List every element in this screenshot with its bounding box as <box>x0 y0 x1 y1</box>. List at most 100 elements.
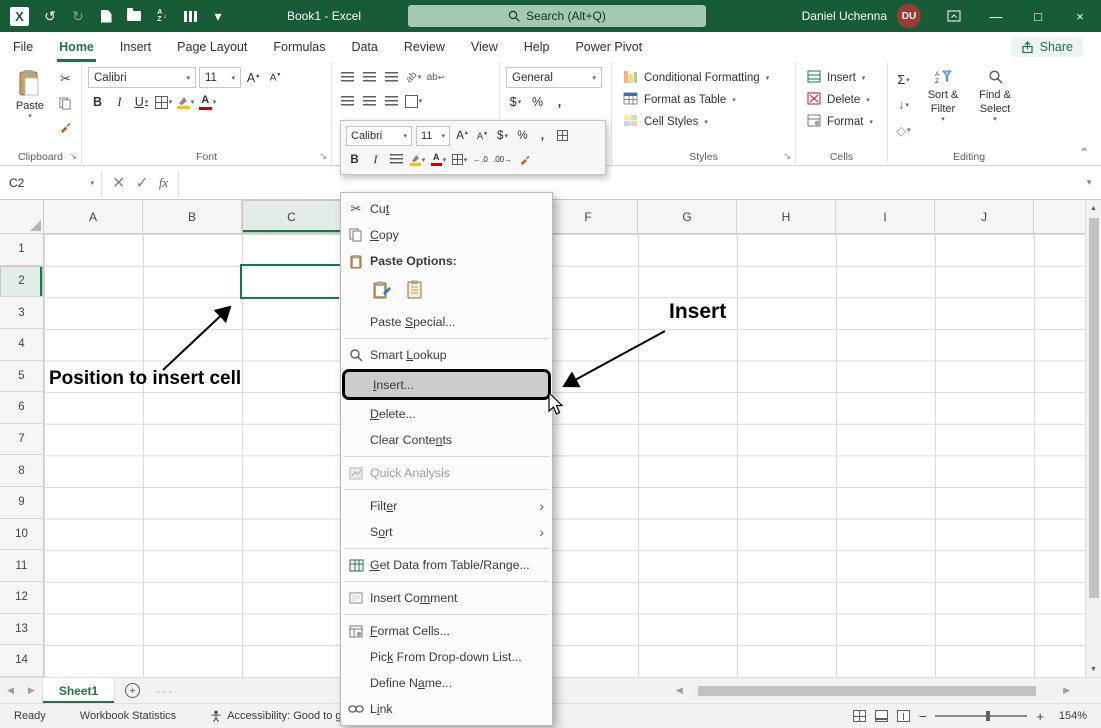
mini-font-name-select[interactable]: Calibri▾ <box>346 126 412 146</box>
align-center-icon[interactable] <box>360 91 379 111</box>
sort-filter-button[interactable]: AZSort & Filter ▾ <box>917 67 969 140</box>
name-box[interactable]: C2 ▾ <box>2 171 102 195</box>
percent-icon[interactable]: % <box>514 126 531 145</box>
currency-icon[interactable]: $▾ <box>494 126 511 145</box>
mini-font-size-select[interactable]: 11▾ <box>416 126 450 146</box>
row-header-14[interactable]: 14 <box>0 645 43 677</box>
tab-scroll-divider[interactable]: ··· <box>156 684 174 698</box>
row-header-5[interactable]: 5 <box>0 361 43 393</box>
share-button[interactable]: Share <box>1011 37 1083 57</box>
zoom-slider[interactable] <box>935 715 1027 717</box>
font-dialog-launcher[interactable]: ↘ <box>319 151 327 162</box>
cancel-icon[interactable]: ✕ <box>112 173 125 193</box>
undo-icon[interactable]: ↺ <box>43 8 57 24</box>
zoom-in-icon[interactable]: + <box>1036 709 1044 724</box>
format-painter-icon[interactable] <box>56 117 75 137</box>
orientation-icon[interactable]: ab▾ <box>404 67 423 87</box>
comma-style-icon[interactable]: , <box>550 92 569 112</box>
tab-view[interactable]: View <box>458 32 511 62</box>
number-format-select[interactable]: General▾ <box>506 67 602 88</box>
cell-styles-button[interactable]: Cell Styles▾ <box>618 111 790 133</box>
borders-icon[interactable]: ▾ <box>451 150 468 169</box>
horizontal-scrollbar[interactable]: ◀ ▶ <box>669 678 1077 703</box>
fill-color-icon[interactable]: ▾ <box>409 150 426 169</box>
tab-data[interactable]: Data <box>338 32 390 62</box>
new-file-icon[interactable] <box>99 8 113 24</box>
italic-icon[interactable]: I <box>367 150 384 169</box>
align-bottom-icon[interactable] <box>382 67 401 87</box>
paste-option-1-icon[interactable] <box>370 278 394 302</box>
redo-icon[interactable]: ↻ <box>71 8 85 24</box>
zoom-slider-thumb[interactable] <box>986 711 990 721</box>
insert-button[interactable]: Insert▾ <box>802 67 882 89</box>
menu-item-paste-special[interactable]: Paste Special... <box>342 309 551 335</box>
open-icon[interactable] <box>127 8 141 24</box>
zoom-level[interactable]: 154% <box>1053 710 1087 722</box>
italic-icon[interactable]: I <box>110 92 129 112</box>
format-as-table-button[interactable]: Format as Table▾ <box>618 89 790 111</box>
paste-button[interactable]: Paste ▾ <box>6 67 54 137</box>
horizontal-scrollbar-track[interactable] <box>690 685 1056 697</box>
scroll-left-icon[interactable]: ◀ <box>669 685 690 696</box>
row-header-2[interactable]: 2 <box>0 266 43 298</box>
menu-item-get-data-from-table-range[interactable]: Get Data from Table/Range... <box>342 552 551 578</box>
row-header-1[interactable]: 1 <box>0 234 43 266</box>
horizontal-scrollbar-thumb[interactable] <box>698 686 1036 696</box>
formula-input[interactable] <box>179 171 1077 195</box>
add-sheet-icon[interactable]: + <box>125 683 140 698</box>
borders-icon[interactable]: ▾ <box>154 92 173 112</box>
column-header-j[interactable]: J <box>935 200 1034 233</box>
row-header-9[interactable]: 9 <box>0 487 43 519</box>
accounting-format-icon[interactable]: $▾ <box>506 92 525 112</box>
tab-page-layout[interactable]: Page Layout <box>164 32 260 62</box>
vertical-scrollbar[interactable]: ▲ ▼ <box>1085 200 1101 677</box>
table-format-icon[interactable] <box>554 126 571 145</box>
paste-option-2-icon[interactable] <box>403 278 427 302</box>
format-button[interactable]: Format▾ <box>802 111 882 133</box>
menu-item-insert[interactable]: Insert... <box>342 369 551 400</box>
fill-color-icon[interactable]: ▾ <box>176 92 195 112</box>
font-color-icon[interactable]: A▾ <box>198 92 217 112</box>
row-header-7[interactable]: 7 <box>0 424 43 456</box>
row-header-6[interactable]: 6 <box>0 392 43 424</box>
bold-icon[interactable]: B <box>88 92 107 112</box>
accessibility-status[interactable]: Accessibility: Good to go <box>210 710 347 722</box>
tab-help[interactable]: Help <box>511 32 563 62</box>
decrease-decimal-icon[interactable]: ←.0 <box>472 150 489 169</box>
font-name-select[interactable]: Calibri▾ <box>88 67 196 88</box>
menu-item-insert-co-mment[interactable]: Insert Comment <box>342 585 551 611</box>
ribbon-display-options-icon[interactable] <box>933 0 975 32</box>
menu-item-cu-t[interactable]: ✂Cut <box>342 196 551 222</box>
wrap-text-icon[interactable]: ab↩ <box>426 67 445 87</box>
insert-function-icon[interactable]: fx <box>159 175 168 191</box>
tab-home[interactable]: Home <box>46 32 107 62</box>
grow-font-icon[interactable]: A▲ <box>244 68 263 88</box>
copy-icon[interactable] <box>56 93 75 113</box>
normal-view-icon[interactable] <box>853 710 866 722</box>
chart-icon[interactable] <box>183 8 197 24</box>
collapse-ribbon-icon[interactable]: ⌃ <box>1080 146 1089 159</box>
column-header-g[interactable]: G <box>638 200 737 233</box>
page-break-view-icon[interactable] <box>897 710 910 722</box>
comma-icon[interactable]: , <box>534 126 551 145</box>
user-name[interactable]: Daniel Uchenna <box>802 9 887 23</box>
prev-sheet-icon[interactable]: ◀ <box>0 685 21 696</box>
clear-icon[interactable]: ◇▾ <box>894 120 913 140</box>
column-header-c[interactable]: C <box>242 200 341 233</box>
styles-dialog-launcher[interactable]: ↘ <box>783 151 791 162</box>
menu-item-l-ink[interactable]: Link <box>342 696 551 722</box>
bold-icon[interactable]: B <box>346 150 363 169</box>
align-right-icon[interactable] <box>382 91 401 111</box>
workbook-statistics-button[interactable]: Workbook Statistics <box>80 710 176 722</box>
tab-review[interactable]: Review <box>391 32 458 62</box>
menu-item-smart-lookup[interactable]: Smart Lookup <box>342 342 551 368</box>
percent-style-icon[interactable]: % <box>528 92 547 112</box>
row-header-10[interactable]: 10 <box>0 519 43 551</box>
tab-file[interactable]: File <box>0 32 46 62</box>
row-header-12[interactable]: 12 <box>0 582 43 614</box>
row-header-8[interactable]: 8 <box>0 455 43 487</box>
selected-cell[interactable] <box>240 264 343 299</box>
column-header-h[interactable]: H <box>737 200 836 233</box>
zoom-out-icon[interactable]: − <box>919 709 927 724</box>
formula-bar-expand-icon[interactable]: ▾ <box>1077 177 1101 188</box>
